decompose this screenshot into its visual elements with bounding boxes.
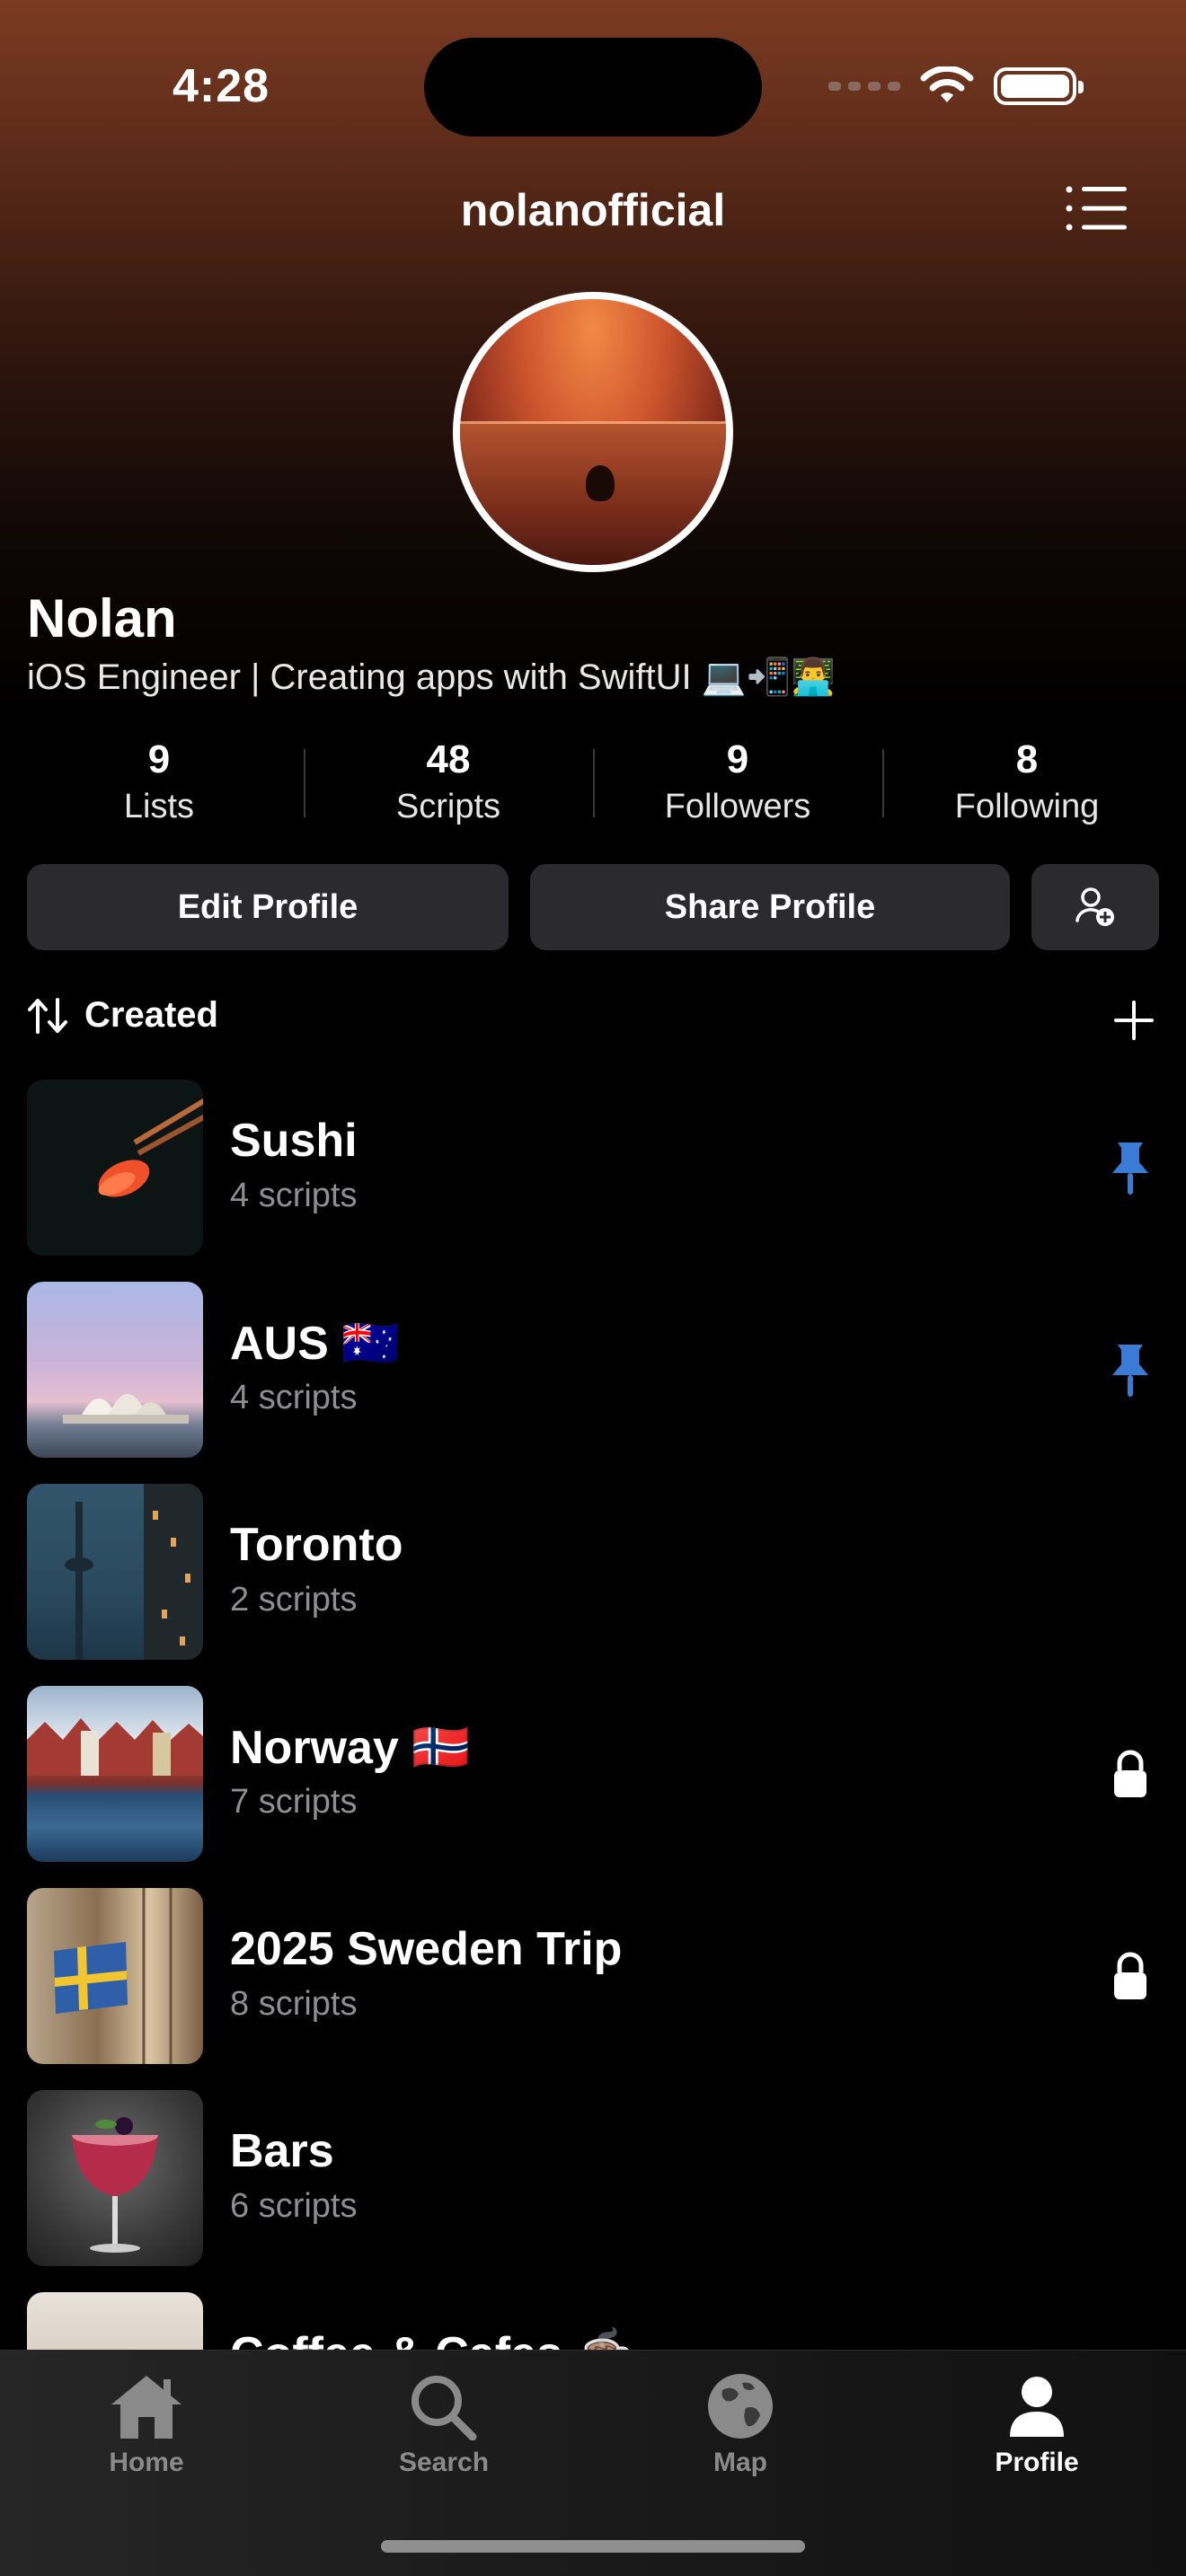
lock-icon bbox=[1114, 1952, 1146, 1999]
battery-icon bbox=[994, 67, 1084, 105]
stat-label: Scripts bbox=[395, 788, 501, 825]
list-item[interactable]: Bars 6 scripts bbox=[0, 2090, 1186, 2266]
list-item[interactable]: Sushi 4 scripts bbox=[0, 1080, 1186, 1256]
stat-label: Followers bbox=[664, 788, 811, 825]
avatar[interactable] bbox=[453, 292, 733, 572]
list-subtitle: 4 scripts bbox=[230, 1379, 358, 1416]
list-title: Bars bbox=[230, 2125, 334, 2177]
list-item[interactable]: 2025 Sweden Trip 8 scripts bbox=[0, 1888, 1186, 2064]
list-title: Toronto bbox=[230, 1519, 403, 1571]
stat-label: Following bbox=[954, 788, 1100, 825]
wifi-icon bbox=[920, 66, 974, 102]
sort-label: Created bbox=[84, 995, 218, 1035]
add-friend-button[interactable] bbox=[1031, 864, 1159, 950]
list-subtitle: 7 scripts bbox=[230, 1783, 358, 1821]
list-subtitle: 6 scripts bbox=[230, 2187, 358, 2225]
list-title: 2025 Sweden Trip bbox=[230, 1923, 623, 1975]
tab-label: Map bbox=[713, 2448, 767, 2477]
stat-following[interactable]: 8 Following bbox=[882, 737, 1172, 835]
list-thumbnail bbox=[27, 1484, 203, 1660]
sort-arrows-icon bbox=[28, 997, 67, 1034]
list-thumbnail bbox=[27, 1686, 203, 1862]
list-menu-icon[interactable] bbox=[1066, 185, 1127, 232]
tab-search[interactable]: Search bbox=[354, 2372, 534, 2478]
stat-label: Lists bbox=[123, 788, 195, 825]
stat-value: 48 bbox=[426, 737, 471, 781]
cellular-signal-icon bbox=[828, 82, 900, 91]
status-indicators bbox=[828, 66, 1084, 106]
sort-control[interactable]: Created bbox=[27, 995, 218, 1036]
edit-profile-button[interactable]: Edit Profile bbox=[27, 864, 509, 950]
tab-profile[interactable]: Profile bbox=[947, 2372, 1127, 2478]
status-time: 4:28 bbox=[173, 60, 270, 112]
home-indicator bbox=[381, 2540, 805, 2553]
stat-followers[interactable]: 9 Followers bbox=[593, 737, 882, 835]
tab-label: Search bbox=[398, 2448, 490, 2477]
add-person-icon bbox=[1075, 887, 1114, 926]
globe-icon bbox=[708, 2374, 773, 2439]
profile-username: nolanofficial bbox=[460, 185, 726, 235]
list-title: AUS 🇦🇺 bbox=[230, 1318, 400, 1370]
list-item[interactable]: Norway 🇳🇴 7 scripts bbox=[0, 1686, 1186, 1862]
stat-value: 9 bbox=[147, 737, 171, 781]
list-item[interactable]: AUS 🇦🇺 4 scripts bbox=[0, 1282, 1186, 1458]
tab-home[interactable]: Home bbox=[57, 2372, 236, 2478]
search-icon bbox=[412, 2376, 477, 2440]
person-icon bbox=[1010, 2377, 1064, 2437]
list-thumbnail bbox=[27, 1080, 203, 1256]
profile-bio: iOS Engineer | Creating apps with SwiftU… bbox=[27, 657, 836, 697]
list-title: Norway 🇳🇴 bbox=[230, 1722, 471, 1774]
share-profile-button[interactable]: Share Profile bbox=[530, 864, 1010, 950]
list-thumbnail bbox=[27, 1888, 203, 2064]
pin-icon[interactable] bbox=[1105, 1139, 1155, 1196]
lock-icon bbox=[1114, 1750, 1146, 1797]
pin-icon[interactable] bbox=[1105, 1341, 1155, 1398]
dynamic-island bbox=[424, 38, 762, 137]
tab-map[interactable]: Map bbox=[651, 2372, 830, 2478]
stat-scripts[interactable]: 48 Scripts bbox=[304, 737, 593, 835]
display-name: Nolan bbox=[27, 588, 177, 648]
home-icon bbox=[111, 2376, 181, 2439]
profile-stats: 9 Lists 48 Scripts 9 Followers 8 Followi… bbox=[14, 737, 1172, 835]
list-title: Sushi bbox=[230, 1115, 358, 1167]
stat-value: 8 bbox=[1015, 737, 1039, 781]
list-subtitle: 8 scripts bbox=[230, 1985, 358, 2023]
list-item[interactable]: Toronto 2 scripts bbox=[0, 1484, 1186, 1660]
list-thumbnail bbox=[27, 1282, 203, 1458]
tab-label: Home bbox=[109, 2448, 184, 2477]
list-thumbnail bbox=[27, 2090, 203, 2266]
list-subtitle: 4 scripts bbox=[230, 1177, 358, 1214]
list-subtitle: 2 scripts bbox=[230, 1581, 358, 1619]
tab-label: Profile bbox=[995, 2448, 1079, 2477]
add-list-icon[interactable] bbox=[1112, 999, 1155, 1042]
stat-lists[interactable]: 9 Lists bbox=[14, 737, 304, 835]
stat-value: 9 bbox=[726, 737, 749, 781]
